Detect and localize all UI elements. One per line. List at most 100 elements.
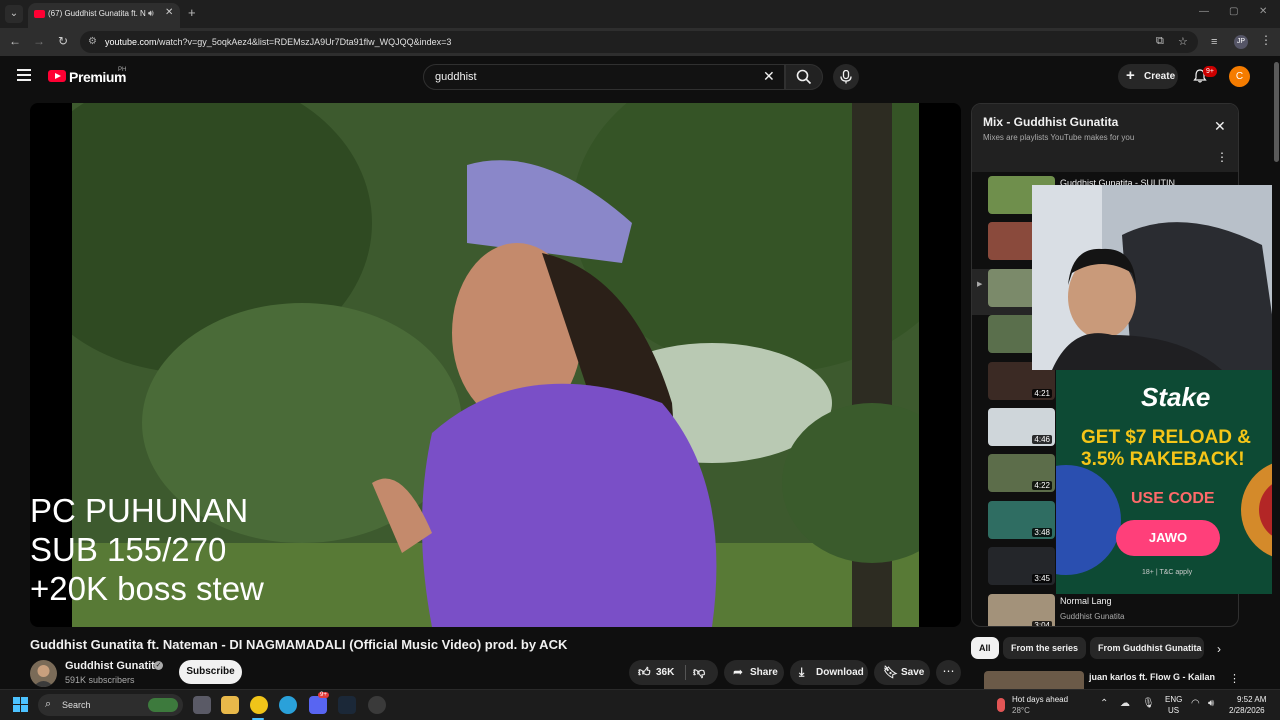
browser-tab-youtube[interactable]: (67) Guddhist Gunatita ft. N 🔊︎ ✕ [28,3,180,28]
close-window-button[interactable]: ✕ [1259,6,1267,17]
clock-date[interactable]: 2/28/2026 [1229,706,1265,715]
voice-search-button[interactable] [833,64,859,90]
search-input[interactable]: guddhist ✕ [423,64,785,90]
tab-close-icon[interactable]: ✕ [165,7,173,18]
task-view-icon[interactable] [193,696,211,714]
close-playlist-icon[interactable]: ✕ [1214,118,1226,135]
search-button[interactable] [785,64,823,90]
ad-brand-logo: Stake [1141,382,1211,412]
save-button[interactable]: 🔖︎ Save [874,660,930,685]
create-button[interactable]: + Create [1118,64,1178,89]
download-label: Download [816,667,864,678]
windows-taskbar: ⌕ Search 9+ Hot days ahead 28°C ⌃ ☁ 🎙︎ E… [0,689,1280,720]
page-scrollbar[interactable] [1272,62,1280,689]
volume-icon[interactable]: 🔊︎ [1208,698,1214,709]
playlist-item-channel: Guddhist Gunatita [1060,611,1125,621]
bookmark-star-icon[interactable]: ☆ [1178,35,1188,48]
tab-search-button[interactable]: ⌄ [5,5,23,23]
recommendation-thumbnail[interactable] [984,671,1084,691]
browser-menu-icon[interactable]: ⋮ [1260,33,1272,47]
playlist-item[interactable]: 3:04 Normal Lang Guddhist Gunatita [972,593,1238,626]
chip-all[interactable]: All [971,637,999,659]
recommendation-more-icon[interactable]: ⋮ [1229,672,1240,685]
reading-list-icon[interactable]: ≡ [1211,36,1217,48]
playlist-item-title[interactable]: Normal Lang [1060,596,1112,606]
playlist-item-thumbnail[interactable]: 4:46 [988,408,1055,446]
back-button[interactable]: ← [7,34,23,48]
bookmark-icon: 🔖︎ [883,665,899,679]
minimize-window-button[interactable]: — [1199,6,1209,17]
file-explorer-icon[interactable] [221,696,239,714]
maximize-window-button[interactable]: ▢ [1229,6,1238,17]
taskbar-search-box[interactable]: ⌕ Search [38,694,183,716]
reload-button[interactable]: ↻ [55,34,71,48]
channel-avatar[interactable] [30,660,57,687]
playlist-item-thumbnail[interactable]: 4:22 [988,454,1055,493]
subscribe-button[interactable]: Subscribe [179,660,242,684]
windows-start-icon[interactable] [13,697,29,713]
steam-icon[interactable] [338,696,356,714]
wifi-icon[interactable]: ◠ [1191,698,1200,709]
clock-time[interactable]: 9:52 AM [1237,695,1266,704]
install-app-icon[interactable]: ⧉ [1156,35,1164,48]
playlist-item-duration: 4:22 [1032,481,1052,491]
more-actions-icon[interactable]: ⋯ [936,660,961,685]
share-button[interactable]: ➦ Share [724,660,784,685]
chevron-right-icon[interactable]: › [1217,642,1221,656]
browser-tab-strip: ⌄ (67) Guddhist Gunatita ft. N 🔊︎ ✕ + — … [0,0,1280,28]
chip-from-channel[interactable]: From Guddhist Gunatita [1090,637,1204,659]
video-player[interactable]: PC PUHUNAN SUB 155/270 +20K boss stew [30,103,961,627]
chip-from-the-series[interactable]: From the series [1003,637,1087,659]
thumbs-down-icon[interactable]: 👎︎ [693,665,705,680]
search-query[interactable]: guddhist [435,71,477,83]
playlist-header: Mix - Guddhist Gunatita Mixes are playli… [972,104,1238,172]
search-icon [796,69,812,85]
microphone-tray-icon[interactable]: 🎙︎ [1142,698,1155,709]
site-info-icon[interactable]: ⚙ [88,36,97,47]
forward-button[interactable]: → [31,34,47,48]
thermometer-icon [997,698,1005,712]
weather-title[interactable]: Hot days ahead [1012,695,1068,704]
channel-name[interactable]: Guddhist Gunatita [65,660,161,672]
playlist-item-thumbnail[interactable]: 3:45 [988,547,1055,586]
playlist-item-duration: 4:21 [1032,388,1052,398]
search-icon: ⌕ [45,698,52,710]
channel-avatar-image [33,665,54,687]
show-hidden-icons[interactable]: ⌃ [1100,698,1108,709]
youtube-logo-icon[interactable] [48,70,66,82]
scrollbar-thumb[interactable] [1274,62,1279,162]
profile-avatar-icon[interactable]: JP [1234,35,1248,49]
now-playing-icon: ▶ [977,280,983,288]
notification-count-badge: 9+ [1203,66,1217,77]
ad-headline-line2: 3.5% RAKEBACK! [1081,449,1245,470]
account-avatar[interactable]: C [1229,66,1250,87]
telegram-icon[interactable] [279,696,297,714]
subscriber-count: 591K subscribers [65,675,135,685]
ad-use-code-label: USE CODE [1131,490,1215,507]
like-count[interactable]: 36K [656,667,674,678]
playlist-item-thumbnail[interactable]: 3:04 [988,593,1055,626]
weather-temperature[interactable]: 28°C [1012,706,1030,715]
playlist-title[interactable]: Mix - Guddhist Gunatita [983,115,1118,129]
playlist-item-thumbnail[interactable]: 3:48 [988,500,1055,539]
verified-check-icon: ✓ [154,661,163,670]
thumbs-up-icon[interactable]: 👍︎ [638,665,651,680]
recommendation-title[interactable]: juan karlos ft. Flow G - Kailan [1089,672,1215,682]
playlist-more-icon[interactable]: ⋮ [1216,150,1228,164]
discord-icon[interactable]: 9+ [309,692,329,714]
address-bar[interactable]: ⚙ youtube.com/watch?v=gy_5oqkAez4&list=R… [80,31,1198,53]
obs-icon[interactable] [368,696,386,714]
url-text[interactable]: youtube.com/watch?v=gy_5oqkAez4&list=RDE… [105,37,451,47]
tab-audio-icon[interactable]: 🔊︎ [148,8,154,19]
tray-app-icon[interactable]: ☁ [1120,698,1130,709]
guide-menu-icon[interactable] [17,69,31,81]
chrome-icon[interactable] [250,696,268,714]
video-title: Guddhist Gunatita ft. Nateman - DI NAGMA… [30,637,568,652]
clear-search-icon[interactable]: ✕ [763,68,775,85]
new-tab-button[interactable]: + [188,5,196,20]
share-arrow-icon: ➦ [733,665,744,679]
ad-headline-line1: GET $7 RELOAD & [1081,427,1251,448]
download-button[interactable]: ⤓ Download [790,660,868,685]
input-language[interactable]: ENG [1165,695,1182,704]
input-region[interactable]: US [1168,706,1179,715]
